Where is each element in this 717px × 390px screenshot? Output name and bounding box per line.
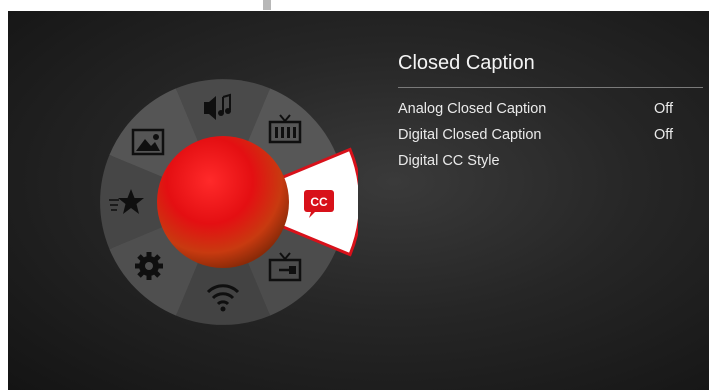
menu-item-analog-closed-caption[interactable]: Analog Closed Caption Off — [398, 96, 708, 122]
tv-screen: CC Closed Caption Analog Closed Caption … — [8, 11, 709, 390]
menu-item-label: Digital CC Style — [398, 153, 500, 169]
menu-item-label: Digital Closed Caption — [398, 127, 542, 143]
center-orb — [157, 136, 289, 268]
menu-item-value: Off — [654, 127, 674, 143]
menu-wheel: CC — [100, 79, 358, 325]
closed-caption-icon-label: CC — [310, 195, 328, 209]
menu-item-digital-cc-style[interactable]: Digital CC Style — [398, 148, 708, 174]
top-mark — [263, 0, 271, 10]
menu-item-value: Off — [654, 101, 674, 117]
panel-title: Closed Caption — [398, 52, 535, 74]
closed-caption-panel: Closed Caption Analog Closed Caption Off… — [398, 47, 708, 174]
menu-item-digital-closed-caption[interactable]: Digital Closed Caption Off — [398, 122, 708, 148]
gear-icon — [135, 252, 163, 280]
menu-item-label: Analog Closed Caption — [398, 101, 547, 117]
top-strip — [0, 0, 717, 11]
